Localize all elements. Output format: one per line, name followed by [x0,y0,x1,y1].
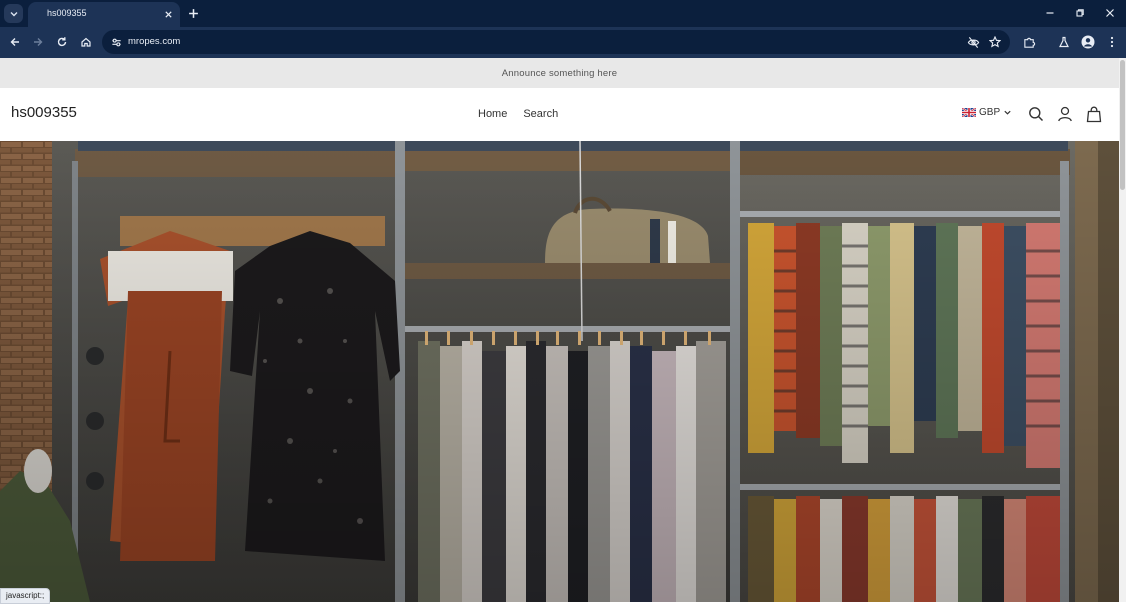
nav-search[interactable]: Search [523,108,558,120]
site-header: hs009355 Home Search GBP [0,88,1119,141]
puzzle-icon [1023,37,1035,48]
browser-tab-bar: hs009355 [0,0,1126,27]
address-bar[interactable]: mropes.com [102,30,1010,54]
restore-button[interactable] [1072,5,1088,21]
header-cart-button[interactable] [1084,103,1104,125]
eye-off-icon [967,36,979,48]
forward-button[interactable] [29,33,47,51]
uk-flag-icon [962,108,976,117]
announcement-bar: Announce something here [0,58,1119,88]
cart-icon [1086,106,1102,122]
hero-banner [0,141,1119,602]
account-icon [1058,106,1072,122]
star-icon [989,36,1001,48]
browser-toolbar: mropes.com [0,27,1126,58]
browser-tab[interactable]: hs009355 [28,2,180,27]
more-vertical-icon [1110,36,1114,48]
minimize-button[interactable] [1042,5,1058,21]
currency-code: GBP [979,107,1001,118]
reload-button[interactable] [53,33,71,51]
announcement-text: Announce something here [501,67,618,79]
tab-search-button[interactable] [4,4,23,23]
currency-selector[interactable]: GBP [962,107,1012,118]
reload-icon [57,37,67,47]
minimize-icon [1046,12,1054,14]
tracking-protection-button[interactable] [965,34,981,50]
bookmark-button[interactable] [987,34,1003,50]
clothing-store-photo [0,141,1119,602]
extensions-button[interactable] [1020,33,1038,51]
header-search-button[interactable] [1026,103,1046,125]
plus-icon [188,8,198,18]
home-button[interactable] [77,33,95,51]
chevron-down-icon [1004,110,1011,115]
close-icon [1106,9,1114,17]
page-scrollbar[interactable] [1119,58,1126,602]
site-logo[interactable]: hs009355 [11,104,77,121]
header-account-button[interactable] [1055,103,1075,125]
profile-button[interactable] [1079,33,1097,51]
arrow-left-icon [10,38,19,46]
tune-icon [111,38,121,46]
new-tab-button[interactable] [186,6,200,20]
avatar-icon [1081,35,1095,49]
back-button[interactable] [6,33,24,51]
home-icon [81,37,91,47]
nav-home[interactable]: Home [478,108,507,120]
close-icon [164,10,172,18]
tab-close-button[interactable] [162,8,174,20]
browser-menu-button[interactable] [1103,33,1121,51]
main-nav: Home Search [478,108,558,120]
search-icon [1029,107,1044,122]
restore-icon [1076,9,1084,17]
chevron-down-icon [10,11,17,16]
close-window-button[interactable] [1102,5,1118,21]
url-text[interactable]: mropes.com [128,36,180,47]
arrow-right-icon [34,38,43,46]
flask-icon [1059,36,1069,48]
labs-button[interactable] [1055,33,1073,51]
site-info-button[interactable] [108,34,124,50]
scrollbar-thumb[interactable] [1120,60,1125,190]
tab-title: hs009355 [47,8,87,18]
